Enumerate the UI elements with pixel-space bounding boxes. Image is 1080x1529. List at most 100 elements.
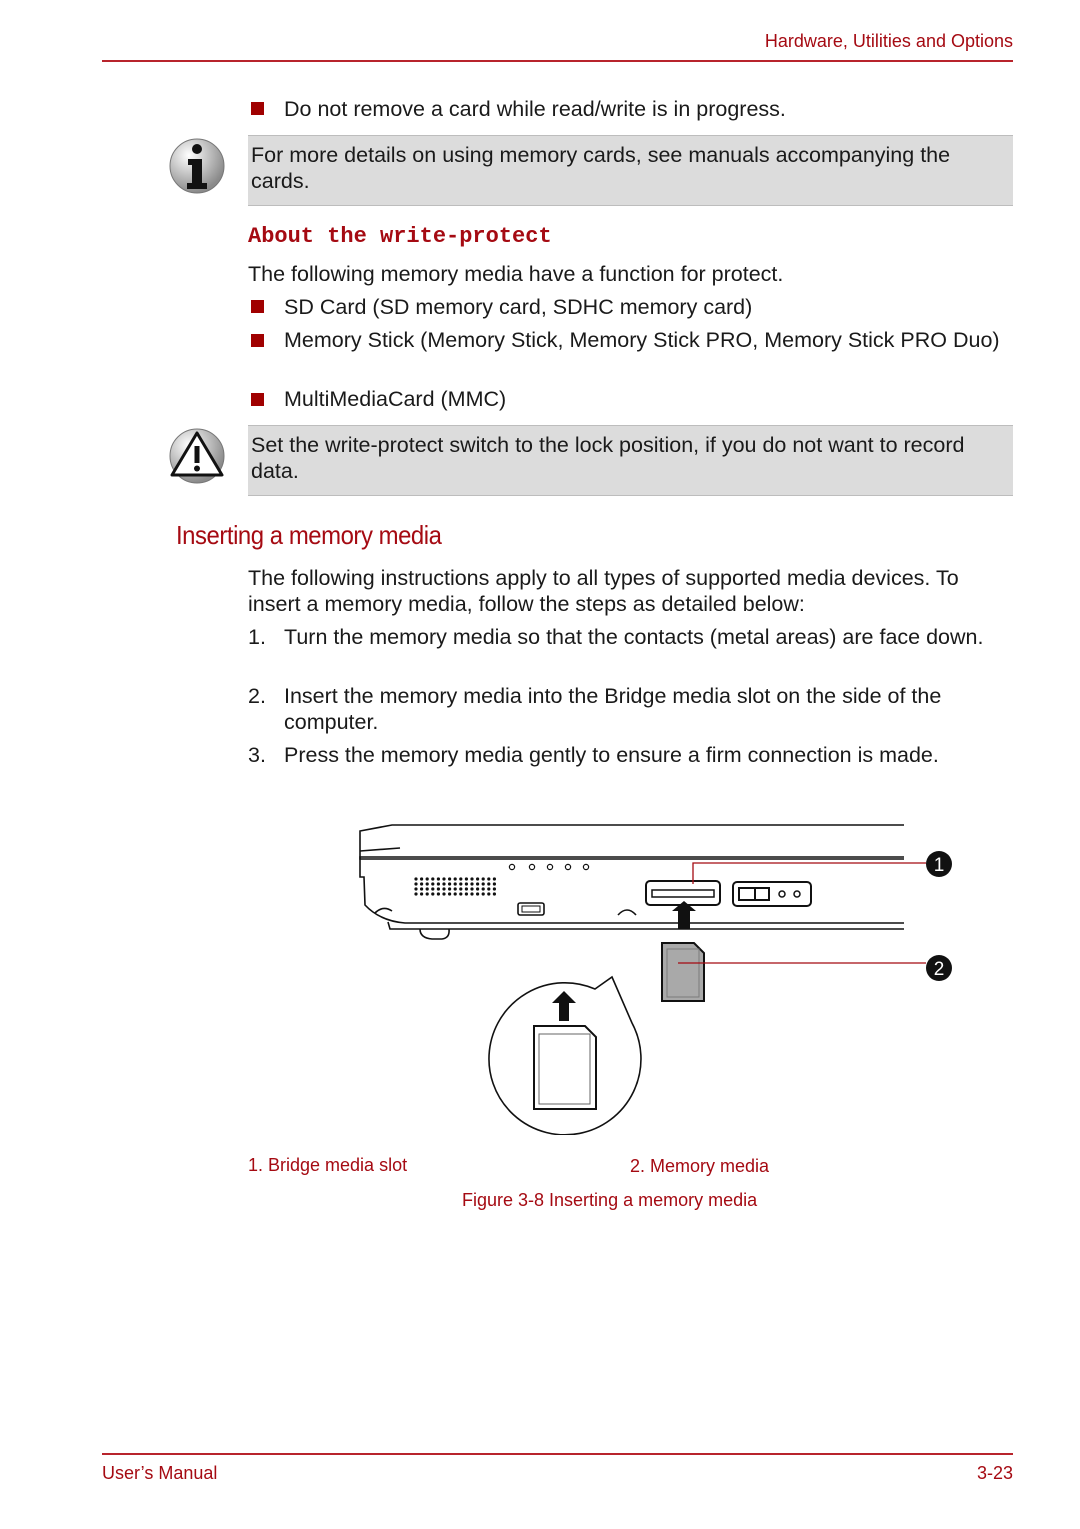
bullet-marker — [251, 393, 264, 406]
grille-dot — [476, 892, 480, 896]
bullet-marker — [251, 334, 264, 347]
warning-note: Set the write-protect switch to the lock… — [248, 425, 1013, 496]
grille-dot — [431, 877, 435, 881]
callout-badge-2: 2 — [926, 955, 952, 981]
grille-dot — [470, 887, 474, 891]
grille-dot — [470, 882, 474, 886]
grille-dot — [464, 892, 468, 896]
grille-dot — [481, 887, 485, 891]
svg-text:2: 2 — [934, 959, 945, 980]
grille-dot — [442, 887, 446, 891]
grille-dot — [453, 887, 457, 891]
grille-dot — [464, 882, 468, 886]
zoom-bubble — [488, 975, 642, 1136]
grille-dot — [453, 882, 457, 886]
page-number: 3-23 — [976, 1463, 1013, 1483]
grille-dot — [436, 892, 440, 896]
callout-badge-1: 1 — [926, 851, 952, 877]
grille-dot — [414, 882, 418, 886]
grille-dot — [492, 877, 496, 881]
step-text: Insert the memory media into the Bridge … — [284, 684, 942, 734]
info-icon — [168, 137, 226, 195]
grille-dot — [436, 882, 440, 886]
svg-text:1: 1 — [934, 855, 945, 876]
grille-dot — [492, 892, 496, 896]
bullet-item: Do not remove a card while read/write is… — [284, 97, 786, 121]
grille-dot — [470, 892, 474, 896]
figure-legend-item: 1. Bridge media slot — [248, 1155, 408, 1175]
grille-dot — [448, 877, 452, 881]
laptop-lid — [359, 824, 904, 860]
grille-dot — [481, 882, 485, 886]
bullet-item: SD Card (SD memory card, SDHC memory car… — [284, 295, 753, 319]
warning-note-text: Set the write-protect switch to the lock… — [251, 433, 965, 483]
grille-dot — [420, 877, 424, 881]
led-indicators — [508, 863, 590, 871]
grille-dot — [470, 877, 474, 881]
grille-dot — [431, 887, 435, 891]
grille-dot — [476, 877, 480, 881]
grille-dot — [414, 892, 418, 896]
info-note: For more details on using memory cards, … — [248, 135, 1013, 206]
running-header: Hardware, Utilities and Options — [764, 31, 1013, 51]
grille-dot — [459, 877, 463, 881]
grille-dot — [436, 877, 440, 881]
figure-legend-item: 2. Memory media — [630, 1156, 770, 1176]
figure-caption: Figure 3-8 Inserting a memory media — [462, 1190, 758, 1210]
grille-dot — [481, 877, 485, 881]
inserting-intro: The following instructions apply to all … — [248, 566, 959, 616]
grille-dot — [425, 877, 429, 881]
grille-dot — [487, 892, 491, 896]
grille-dot — [431, 892, 435, 896]
grille-dot — [487, 882, 491, 886]
bullet-item: MultiMediaCard (MMC) — [284, 387, 507, 411]
step-text: Press the memory media gently to ensure … — [284, 743, 939, 767]
warning-icon — [168, 427, 226, 485]
grille-dot — [487, 877, 491, 881]
figure-illustration: 1 2 — [350, 815, 970, 1136]
header-rule — [102, 60, 1013, 62]
grille-dot — [436, 887, 440, 891]
sd-card-outline — [533, 1025, 597, 1110]
grille-dot — [431, 882, 435, 886]
subsection-heading: About the write-protect — [248, 224, 552, 249]
write-protect-intro: The following memory media have a functi… — [248, 262, 784, 286]
grille-dot — [448, 882, 452, 886]
grille-dot — [459, 882, 463, 886]
grille-dot — [476, 887, 480, 891]
grille-dot — [442, 877, 446, 881]
grille-dot — [453, 892, 457, 896]
step-number: 3. — [248, 743, 266, 767]
info-note-text: For more details on using memory cards, … — [251, 143, 951, 193]
section-heading: Inserting a memory media — [176, 520, 442, 550]
memory-card — [661, 942, 705, 1002]
grille-dot — [420, 882, 424, 886]
grille-dot — [425, 892, 429, 896]
grille-dot — [414, 877, 418, 881]
grille-dot — [459, 892, 463, 896]
bullet-item: Memory Stick (Memory Stick, Memory Stick… — [284, 328, 1000, 352]
grille-dot — [420, 892, 424, 896]
grille-dot — [442, 882, 446, 886]
grille-dot — [492, 887, 496, 891]
step-text: Turn the memory media so that the contac… — [284, 625, 984, 649]
grille-dot — [464, 877, 468, 881]
wireless-switch — [732, 881, 812, 907]
laptop-base — [359, 856, 904, 924]
grille-dot — [476, 882, 480, 886]
footer-rule — [102, 1453, 1013, 1455]
grille-dot — [442, 892, 446, 896]
grille-dot — [464, 887, 468, 891]
grille-dot — [481, 892, 485, 896]
footer-doc-title: User’s Manual — [102, 1463, 218, 1483]
grille-dot — [414, 887, 418, 891]
step-number: 2. — [248, 684, 266, 708]
grille-dot — [453, 877, 457, 881]
grille-dot — [448, 887, 452, 891]
bullet-marker — [251, 102, 264, 115]
grille-dot — [448, 892, 452, 896]
grille-dot — [487, 887, 491, 891]
grille-dot — [425, 882, 429, 886]
bullet-marker — [251, 300, 264, 313]
step-number: 1. — [248, 625, 266, 649]
